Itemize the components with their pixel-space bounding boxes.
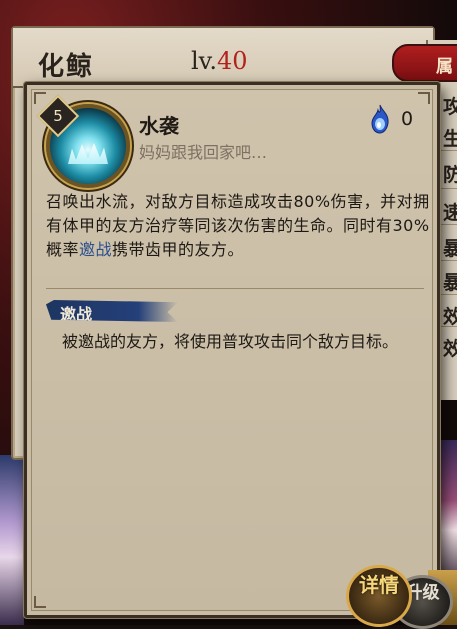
left-character-art (0, 455, 24, 625)
detail-label: 详情 (359, 573, 399, 597)
stat-label: 攻 (443, 96, 457, 118)
level-value: 40 (217, 47, 248, 75)
stat-divider (438, 224, 457, 225)
detail-button[interactable]: 详情 (346, 565, 412, 627)
character-name: 化鲸 (38, 52, 95, 82)
character-level: lv.40 (191, 47, 248, 75)
skill-name: 水袭 (139, 114, 179, 138)
skill-quote: 妈妈跟我回家吧… (139, 143, 268, 162)
blue-soul-fire-icon (371, 104, 389, 134)
stat-label: 速 (443, 202, 457, 224)
corner-ornament (418, 92, 430, 104)
orb-cost: 0 (401, 108, 414, 130)
skill-desc-text: 携带齿甲的友方。 (112, 240, 245, 259)
skill-detail-popup[interactable]: 5 水袭 妈妈跟我回家吧… 0 召唤出水流，对敌方目标造成攻击80%伤害，并对拥… (24, 82, 440, 618)
section-divider (46, 288, 424, 289)
stat-divider (438, 326, 457, 327)
level-prefix: lv. (191, 47, 218, 75)
attributes-tab-label: 属 (436, 57, 453, 77)
corner-ornament (34, 596, 46, 608)
stat-label: 暴 (443, 238, 457, 260)
stat-label: 暴 (443, 272, 457, 294)
stat-divider (438, 188, 457, 189)
skill-keyword-link[interactable]: 邀战 (79, 240, 112, 259)
skill-level-value: 5 (53, 107, 63, 125)
attributes-tab[interactable]: 属 (392, 44, 457, 82)
stat-label: 效 (443, 338, 457, 360)
popup-body: 5 水袭 妈妈跟我回家吧… 0 召唤出水流，对敌方目标造成攻击80%伤害，并对拥… (31, 89, 433, 611)
stat-label: 防 (443, 164, 457, 186)
term-title: 邀战 (60, 305, 93, 324)
stat-label: 生 (443, 128, 457, 150)
term-banner: 邀战 (46, 300, 178, 322)
stat-divider (438, 150, 457, 151)
stat-divider (438, 294, 457, 295)
character-header: 化鲸 lv.40 (13, 28, 433, 88)
term-description: 被邀战的友方，将使用普攻攻击同个敌方目标。 (62, 332, 399, 351)
skill-description: 召唤出水流，对敌方目标造成攻击80%伤害，并对拥有体甲的友方治疗等同该次伤害的生… (46, 190, 430, 262)
stat-divider (438, 260, 457, 261)
stat-label: 效 (443, 306, 457, 328)
